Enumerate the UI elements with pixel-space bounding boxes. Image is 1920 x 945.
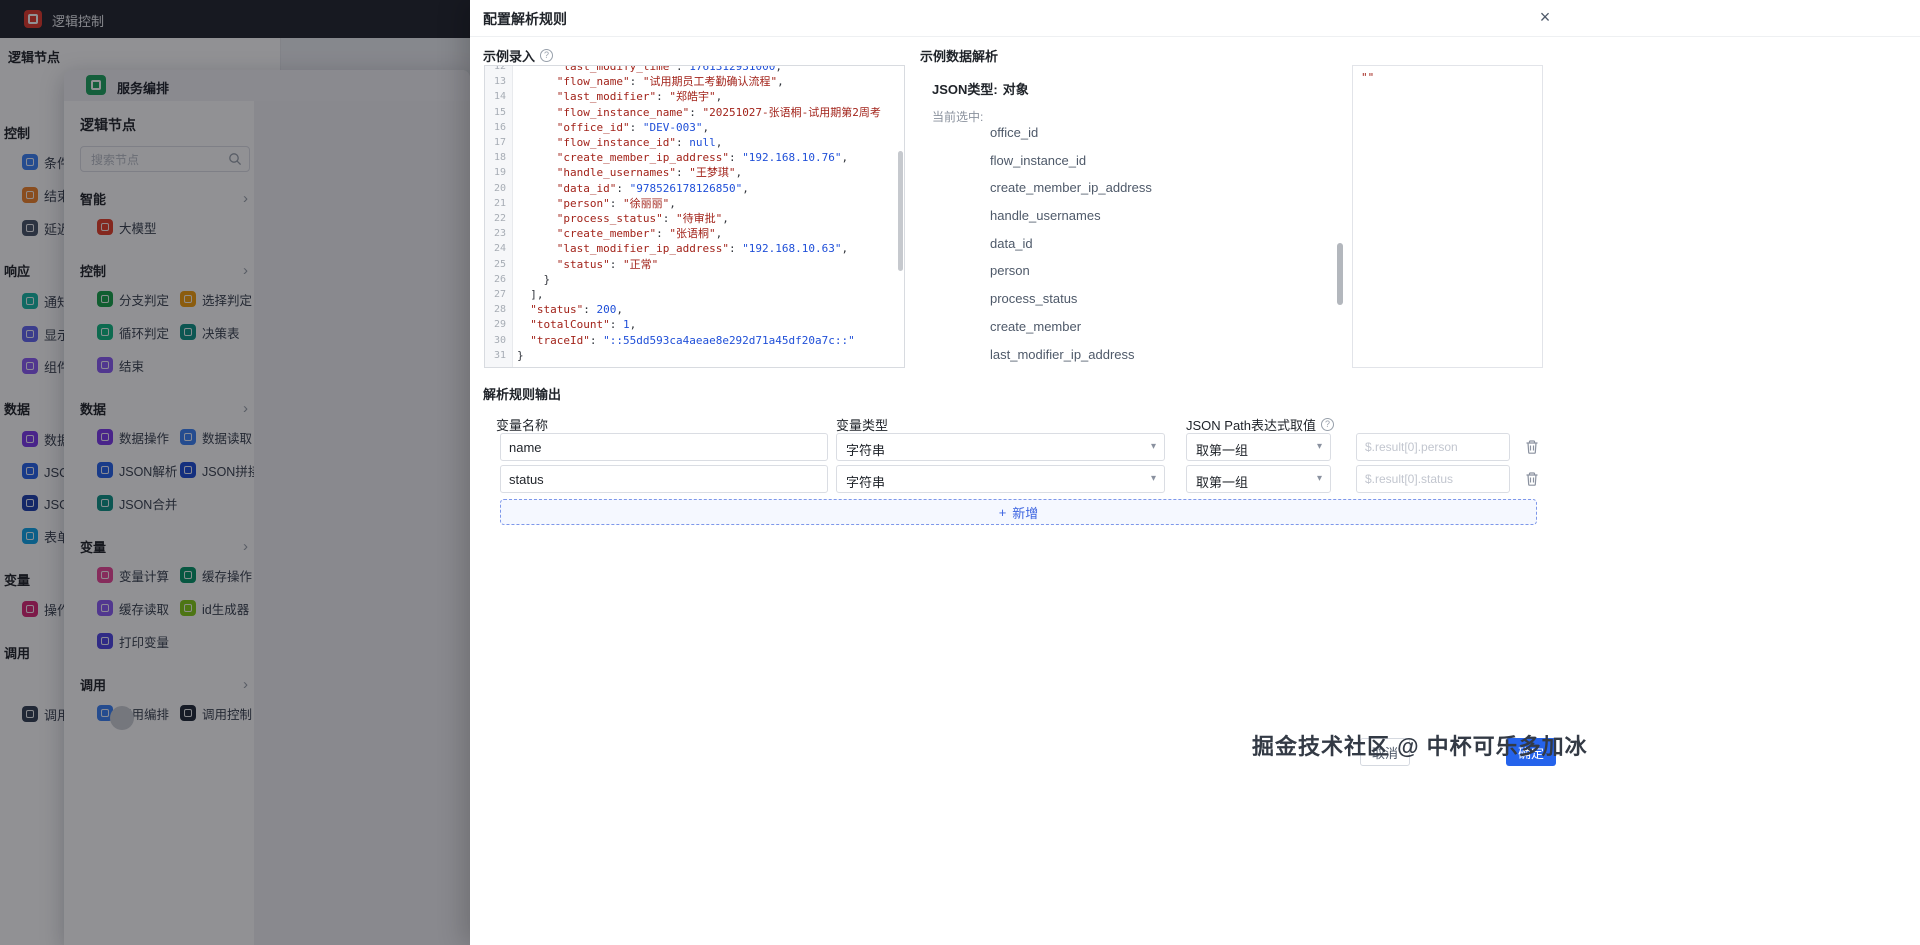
variable-name-input[interactable] [500, 465, 828, 493]
delete-row-button[interactable] [1524, 439, 1540, 455]
column-header-name: 变量名称 [496, 415, 548, 434]
sample-json-editor[interactable]: 1213141516171819202122232425262728293031… [484, 65, 905, 368]
select-value: 字符串 [846, 472, 885, 491]
json-type-label: JSON类型: [932, 79, 998, 98]
delete-row-button[interactable] [1524, 471, 1540, 487]
add-rule-button[interactable]: + 新增 [500, 499, 1537, 525]
json-field-item[interactable]: last_modifier_ip_address [990, 341, 1331, 369]
json-field-item[interactable]: process_status [990, 285, 1331, 313]
variable-type-select[interactable]: 字符串 ▾ [836, 465, 1165, 493]
watermark: 掘金技术社区 @ 中杯可乐多加冰 [1252, 729, 1588, 761]
json-type: JSON类型: 对象 [932, 79, 1029, 98]
editor-scrollbar-thumb[interactable] [898, 151, 903, 271]
json-type-value: 对象 [1003, 79, 1029, 98]
variable-name-input[interactable] [500, 433, 828, 461]
trash-icon [1524, 471, 1540, 487]
rule-row: 字符串 ▾ 取第一组 ▾ [470, 465, 1920, 493]
chevron-down-icon: ▾ [1151, 473, 1156, 484]
sample-input-label-text: 示例录入 [483, 46, 535, 65]
close-button[interactable]: × [1534, 6, 1556, 28]
json-path-input[interactable] [1356, 465, 1510, 493]
dialog-title: 配置解析规则 [483, 9, 567, 29]
json-field-item[interactable]: create_member [990, 313, 1331, 341]
plus-icon: + [999, 505, 1007, 520]
modal-overlay[interactable] [0, 0, 470, 945]
info-icon[interactable]: ? [1321, 418, 1334, 431]
parse-result-panel: JSON类型: 对象 当前选中: office_idflow_instance_… [920, 65, 1343, 368]
code-content: "last_modify_time": 1761312931000, "flow… [512, 65, 881, 363]
selected-label: 当前选中: [932, 108, 983, 125]
sample-input-label: 示例录入 ? [483, 46, 553, 65]
sample-parse-label: 示例数据解析 [920, 46, 998, 65]
json-field-item[interactable]: handle_usernames [990, 202, 1331, 230]
select-value: 取第一组 [1196, 440, 1248, 459]
dialog-header: 配置解析规则 × [470, 0, 1920, 37]
value-group-select[interactable]: 取第一组 ▾ [1186, 433, 1331, 461]
column-header-path: JSON Path表达式取值 ? [1186, 415, 1334, 434]
info-icon[interactable]: ? [540, 49, 553, 62]
rules-output-label: 解析规则输出 [483, 384, 561, 403]
column-header-path-text: JSON Path表达式取值 [1186, 415, 1316, 434]
code-gutter: 1213141516171819202122232425262728293031 [485, 65, 512, 363]
tree-scrollbar-thumb[interactable] [1337, 243, 1343, 305]
json-field-item[interactable]: person [990, 257, 1331, 285]
config-dialog: 配置解析规则 × 示例录入 ? 示例数据解析 12131415161718192… [470, 0, 1920, 945]
select-value: 取第一组 [1196, 472, 1248, 491]
chevron-down-icon: ▾ [1151, 441, 1156, 452]
json-field-item[interactable]: office_id [990, 119, 1331, 147]
preview-value: "" [1353, 66, 1542, 89]
json-field-item[interactable]: flow_instance_id [990, 147, 1331, 175]
json-field-item[interactable]: data_id [990, 230, 1331, 258]
json-path-input[interactable] [1356, 433, 1510, 461]
variable-type-select[interactable]: 字符串 ▾ [836, 433, 1165, 461]
chevron-down-icon: ▾ [1317, 473, 1322, 484]
json-field-item[interactable]: create_member_ip_address [990, 174, 1331, 202]
background-app: 逻辑控制 逻辑节点 控制条件判结束延迟响应通知显示组件数据数据操JSON解JSO… [0, 0, 470, 945]
rule-row: 字符串 ▾ 取第一组 ▾ [470, 433, 1920, 461]
field-list: office_idflow_instance_idcreate_member_i… [990, 119, 1331, 368]
value-preview-panel: "" [1352, 65, 1543, 368]
value-group-select[interactable]: 取第一组 ▾ [1186, 465, 1331, 493]
column-header-type: 变量类型 [836, 415, 888, 434]
add-label: 新增 [1012, 503, 1038, 522]
chevron-down-icon: ▾ [1317, 441, 1322, 452]
trash-icon [1524, 439, 1540, 455]
select-value: 字符串 [846, 440, 885, 459]
screen: 逻辑控制 逻辑节点 控制条件判结束延迟响应通知显示组件数据数据操JSON解JSO… [0, 0, 1920, 945]
